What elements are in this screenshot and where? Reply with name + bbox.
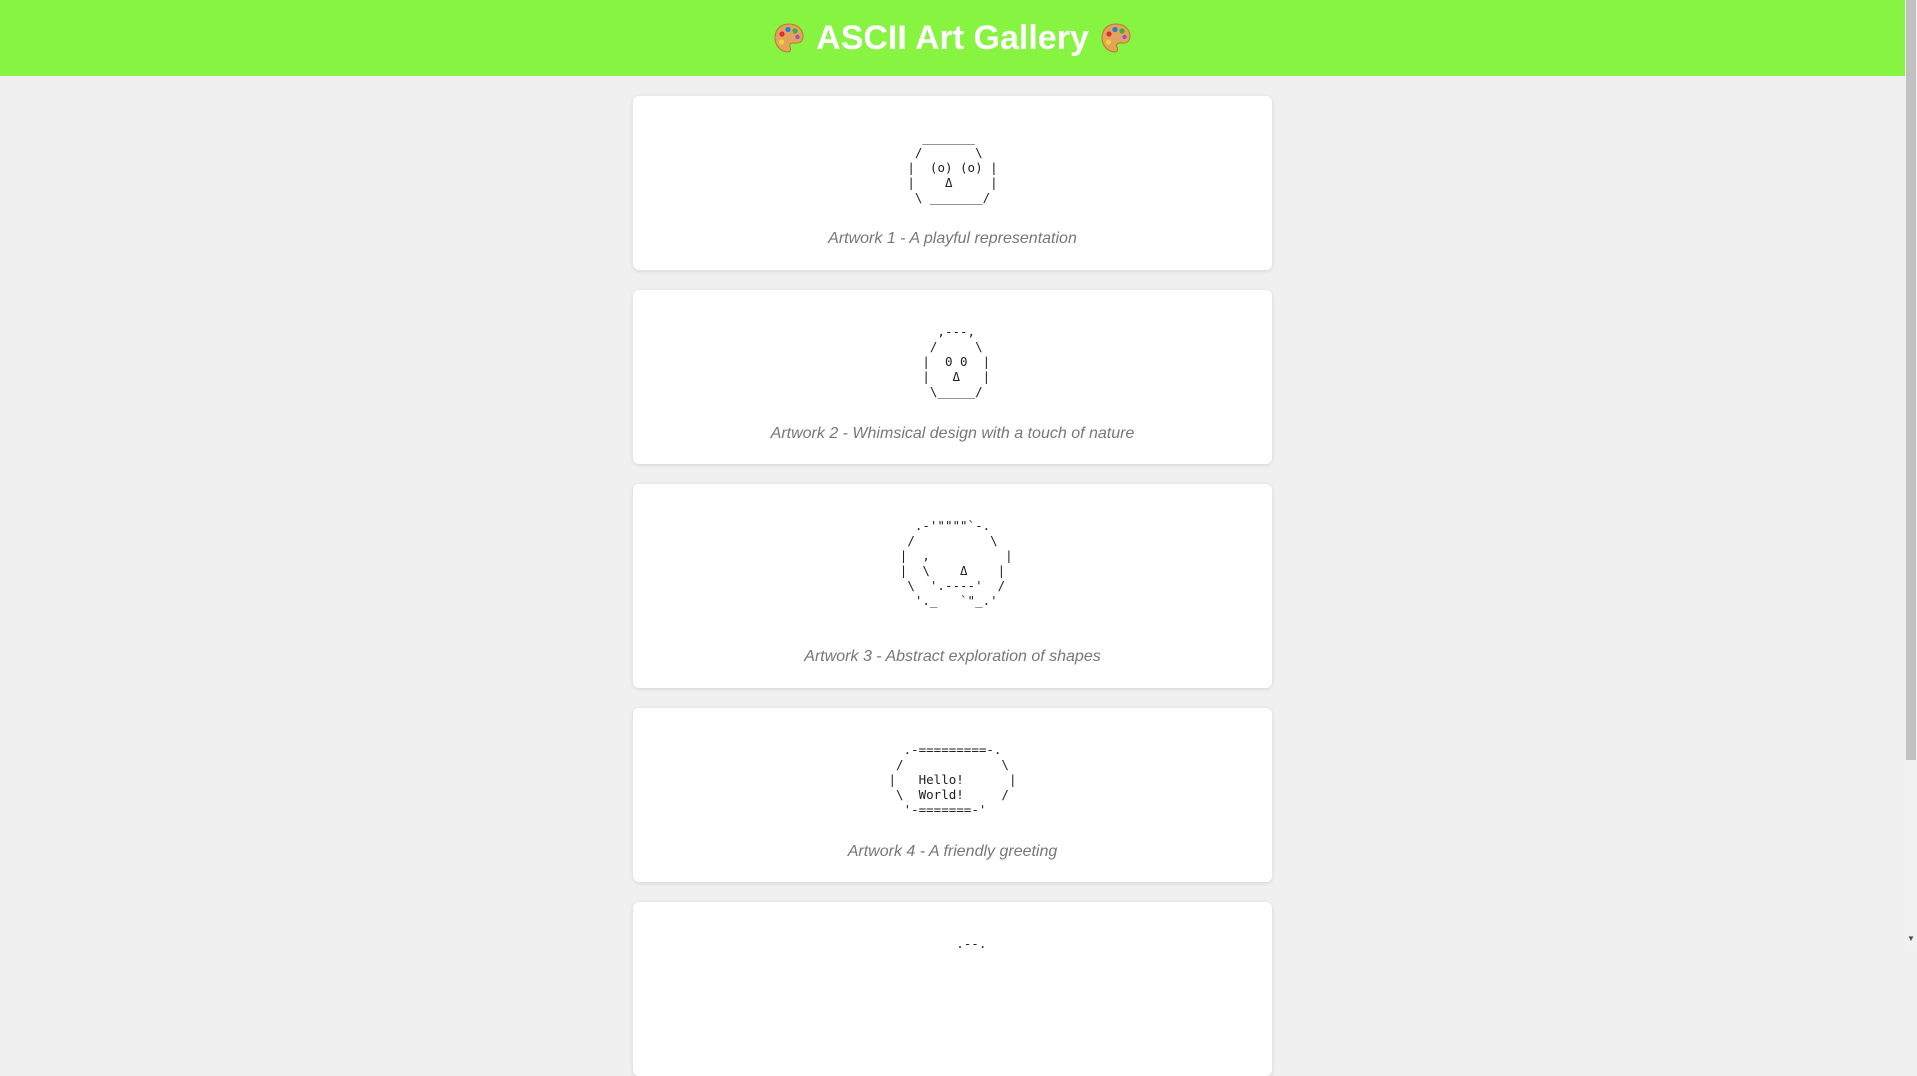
artwork-card: .--.: [633, 902, 1272, 1076]
ascii-art: .--.: [918, 936, 987, 951]
page-title: ASCII Art Gallery: [772, 19, 1133, 58]
palette-icon: [1101, 23, 1131, 53]
artwork-caption: Artwork 2 - Whimsical design with a touc…: [770, 425, 1135, 442]
palette-icon: [774, 23, 804, 53]
title-text: ASCII Art Gallery: [816, 18, 1089, 57]
ascii-art: .-'""""`-. / \ | , | | \ Δ | \ '.----' /…: [899, 518, 1013, 608]
scrollbar-thumb[interactable]: [1906, 0, 1916, 760]
ascii-art: ,---, / \ | 0 0 | | Δ | \_____/: [922, 324, 991, 399]
ascii-art: .-=========-. / \ | Hello! | \ World! / …: [888, 742, 1017, 817]
artwork-caption: Artwork 4 - A friendly greeting: [847, 843, 1058, 860]
page-header: ASCII Art Gallery: [0, 0, 1905, 76]
artwork-caption: Artwork 3 - Abstract exploration of shap…: [804, 648, 1101, 665]
scrollbar[interactable]: ▲ ▼: [1905, 0, 1917, 946]
artwork-caption: Artwork 1 - A playful representation: [828, 230, 1077, 247]
artwork-card: .-=========-. / \ | Hello! | \ World! / …: [633, 708, 1272, 882]
artwork-card: _______ / \ | (o) (o) | | Δ | \ _______/…: [633, 96, 1272, 270]
scroll-down-arrow-icon[interactable]: ▼: [1905, 932, 1917, 946]
ascii-art: _______ / \ | (o) (o) | | Δ | \ _______/: [907, 130, 998, 205]
artwork-card: .-'""""`-. / \ | , | | \ Δ | \ '.----' /…: [633, 484, 1272, 688]
artwork-card: ,---, / \ | 0 0 | | Δ | \_____/ Artwork …: [633, 290, 1272, 464]
